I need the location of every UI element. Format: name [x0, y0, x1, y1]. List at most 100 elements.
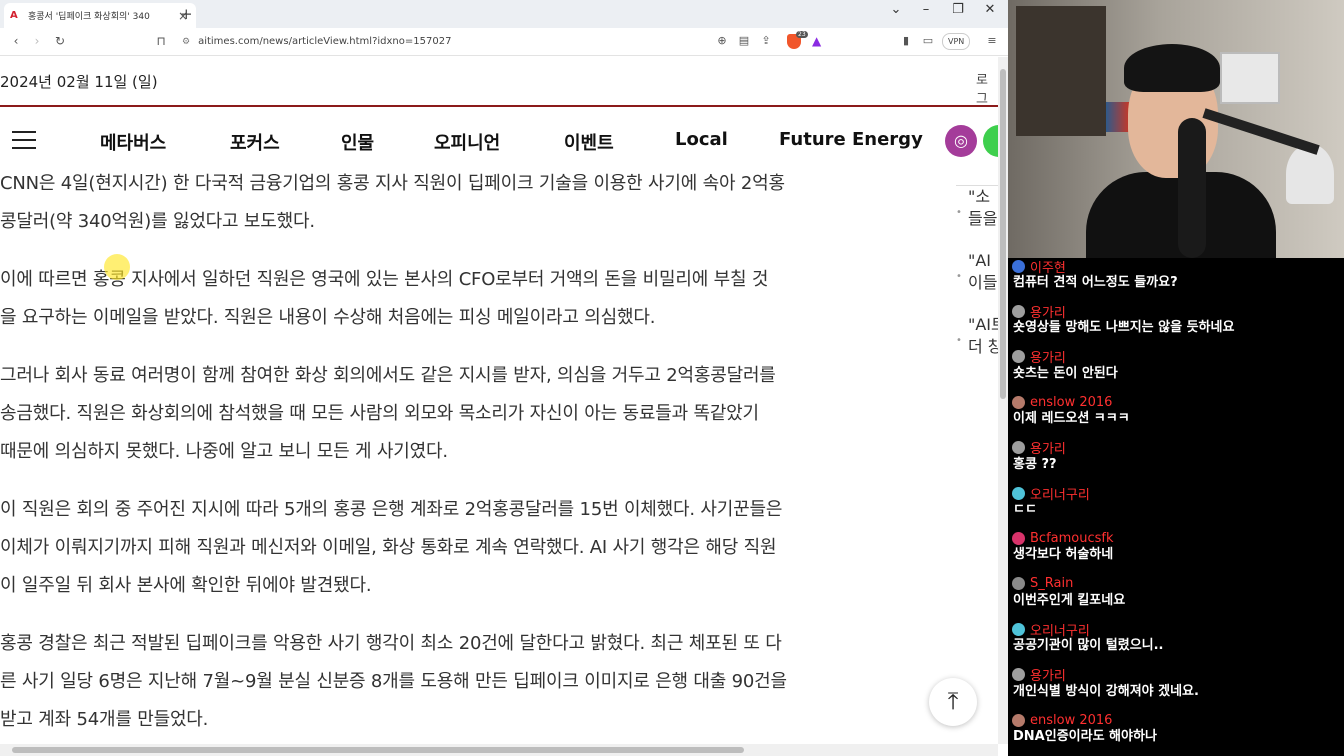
chat-author: 용가리 [1012, 440, 1338, 458]
menu-item-local[interactable]: Local [675, 129, 728, 150]
tab-search-chevron-icon[interactable]: ⌄ [886, 2, 906, 17]
related-article-item[interactable]: • "AI 이들 [956, 250, 998, 314]
menu-item-metaverse[interactable]: 메타버스 [100, 129, 166, 155]
horizontal-scrollbar[interactable] [0, 744, 998, 756]
scroll-to-top-button[interactable]: ⤒ [929, 678, 977, 726]
share-icon[interactable]: ⇪ [758, 34, 774, 47]
article-line: 그러나 회사 동료 여러명이 함께 참여한 화상 회의에서도 같은 지시를 받자… [0, 365, 776, 386]
live-chat: 이주현 컴퓨터 견적 어느정도 들까요? 용가리 숏영상들 망해도 나쁘지는 않을 듯… [1008, 258, 1344, 756]
vpn-button[interactable]: VPN [942, 33, 971, 50]
related-article-line: 더 창 [968, 337, 998, 356]
related-article-item[interactable]: • "AI트 더 창 [956, 314, 998, 378]
chat-message-text: 컴퓨터 견적 어느정도 들까요? [1013, 275, 1178, 290]
chat-message: 용가리 개인식별 방식이 강해져야 겠네요. [1012, 667, 1338, 701]
bullet-icon: • [956, 335, 962, 346]
close-window-icon[interactable]: ✕ [980, 2, 1000, 17]
article-line: 른 사기 일당 6명은 지난해 7월~9월 분실 신분증 8개를 도용해 만든 … [0, 671, 787, 692]
chat-message: S_Rain 이번주인게 킬포네요 [1012, 576, 1338, 610]
address-bar: ‹ › ↻ ⊓ ⚙ aitimes.com/news/articleView.ht… [0, 28, 1008, 56]
chat-author-name: enslow 2016 [1030, 712, 1113, 728]
new-tab-button[interactable]: + [180, 5, 194, 23]
header-divider [0, 105, 998, 107]
chat-author-name: 이주현 [1030, 260, 1066, 276]
brave-rewards-icon[interactable]: ▲ [812, 34, 821, 48]
menu-icon[interactable]: ≡ [984, 34, 1000, 47]
chat-message: 용가리 숏영상들 망해도 나쁘지는 않을 듯하네요 [1012, 303, 1338, 337]
chat-message-text: 이번주인게 킬포네요 [1013, 592, 1126, 608]
chat-message-text: 개인식별 방식이 강해져야 겠네요. [1013, 683, 1199, 699]
article-line: 콩달러(약 340억원)를 잃었다고 보도했다. [0, 211, 315, 232]
chat-author-name: 용가리 [1030, 442, 1066, 458]
chat-message: 용가리 홍콩 ?? [1012, 440, 1338, 474]
tab-bar: A 홍콩서 '딥페이크 화상회의' 340 × + ⌄ – ❐ ✕ [0, 0, 1008, 28]
chat-author: S_Rain [1012, 576, 1338, 592]
tab-article[interactable]: A 홍콩서 '딥페이크 화상회의' 340 × [4, 3, 196, 28]
chat-avatar-icon [1012, 304, 1025, 318]
chat-author: 용가리 [1012, 303, 1338, 321]
wallet-icon[interactable]: ▭ [920, 34, 936, 47]
chat-author: enslow 2016 [1012, 712, 1338, 728]
site-info-icon[interactable]: ⚙ [182, 37, 190, 47]
article-line: 을 요구하는 이메일을 받았다. 직원은 내용이 수상해 처음에는 피싱 메일이… [0, 307, 656, 328]
menu-item-future-energy[interactable]: Future Energy [779, 129, 923, 150]
screen: A 홍콩서 '딥페이크 화상회의' 340 × + ⌄ – ❐ ✕ ‹ › ↻ … [0, 0, 1344, 756]
related-article-item[interactable]: • "소 들을 [956, 186, 998, 250]
chat-author: 용가리 [1012, 667, 1338, 684]
webcam-person-hair [1124, 44, 1220, 92]
chat-message-text: 이제 레드오션 ㅋㅋㅋ [1013, 411, 1130, 427]
chat-message-text: DNA인증이라도 해야하나 [1013, 729, 1157, 744]
chat-message: 오리너구리 공공기관이 많이 털렸으니.. [1012, 621, 1338, 655]
tab-title: 홍콩서 '딥페이크 화상회의' 340 [28, 12, 150, 22]
chat-author-name: 오리너구리 [1030, 623, 1090, 639]
chat-author: 이주현 [1012, 258, 1338, 276]
vertical-scroll-thumb[interactable] [1000, 69, 1006, 399]
webcam-monitor [1220, 52, 1280, 104]
back-icon[interactable]: ‹ [8, 34, 24, 48]
article-paragraph: 그러나 회사 동료 여러명이 함께 참여한 화상 회의에서도 같은 지시를 받자… [0, 357, 900, 471]
chat-avatar-icon [1012, 350, 1025, 364]
chat-avatar-icon [1012, 668, 1025, 682]
reader-mode-icon[interactable]: ▤ [736, 34, 752, 47]
forward-icon[interactable]: › [29, 34, 45, 48]
minimize-icon[interactable]: – [916, 2, 936, 17]
chat-message: 이주현 컴퓨터 견적 어느정도 들까요? [1012, 258, 1338, 292]
article-paragraph: 이에 따르면 홍콩 지사에서 일하던 직원은 영국에 있는 본사의 CFO로부터… [0, 261, 900, 337]
bookmark-icon[interactable]: ⊓ [153, 34, 169, 48]
menu-item-opinion[interactable]: 오피니언 [434, 129, 500, 155]
url-text: aitimes.com/news/articleView.html?idxno=… [198, 36, 452, 47]
chat-author-name: enslow 2016 [1030, 394, 1113, 410]
chat-author-name: 용가리 [1030, 351, 1066, 367]
streamer-webcam [1008, 0, 1344, 258]
reload-icon[interactable]: ↻ [52, 34, 68, 48]
instagram-icon[interactable]: ◎ [945, 125, 977, 157]
vertical-scrollbar[interactable] [998, 57, 1008, 744]
menu-item-event[interactable]: 이벤트 [564, 129, 614, 155]
chat-avatar-icon [1012, 486, 1025, 500]
menu-item-people[interactable]: 인물 [341, 129, 374, 155]
zoom-icon[interactable]: ⊕ [714, 34, 730, 47]
browser-window: A 홍콩서 '딥페이크 화상회의' 340 × + ⌄ – ❐ ✕ ‹ › ↻ … [0, 0, 1008, 756]
menu-item-focus[interactable]: 포커스 [230, 129, 280, 155]
login-link[interactable]: 로그 [976, 69, 998, 107]
url-field[interactable]: ⚙ aitimes.com/news/articleView.html?idxno… [182, 33, 702, 51]
chat-author: 용가리 [1012, 349, 1338, 367]
horizontal-scroll-thumb[interactable] [12, 747, 744, 753]
chat-author: Bcfamoucsfk [1012, 530, 1338, 546]
hamburger-menu-icon[interactable] [12, 131, 36, 149]
chat-message: 용가리 숏츠는 돈이 안된다 [1012, 349, 1338, 383]
chat-author-name: 용가리 [1030, 305, 1066, 321]
chat-message-text: 생각보다 허술하네 [1013, 547, 1114, 563]
chat-message-text: ㄷㄷ [1013, 502, 1037, 517]
social-share-icon[interactable] [983, 125, 998, 157]
chat-author-name: 오리너구리 [1030, 487, 1090, 503]
chat-avatar-icon [1012, 395, 1025, 409]
web-page: 2024년 02월 11일 (일) 로그 메타버스 포커스 인물 오피니언 이벤… [0, 57, 998, 744]
chat-author: 오리너구리 [1012, 621, 1338, 639]
site-favicon-icon: A [10, 9, 18, 21]
brave-shields-count: 23 [796, 31, 808, 38]
sidebar-toggle-icon[interactable]: ▮ [898, 34, 914, 47]
chat-message: enslow 2016 DNA인증이라도 해야하나 [1012, 712, 1338, 746]
webcam-shelf [1016, 6, 1106, 136]
article-line: 이 직원은 회의 중 주어진 지시에 따라 5개의 홍콩 은행 계좌로 2억홍콩… [0, 499, 783, 520]
maximize-icon[interactable]: ❐ [948, 2, 968, 17]
